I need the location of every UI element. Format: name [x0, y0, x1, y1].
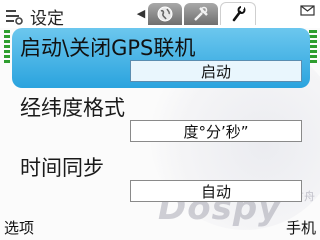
setting-time-sync[interactable]: 时间同步 自动 [12, 148, 310, 208]
mail-indicator [300, 2, 316, 21]
globe-icon [157, 6, 173, 21]
signal-strength-icon [4, 30, 10, 63]
setting-value-field[interactable]: 度°分’秒” [130, 120, 302, 142]
tab-general[interactable] [220, 2, 256, 25]
setting-label: 时间同步 [20, 156, 104, 180]
page-title: 设定 [30, 9, 64, 29]
setting-value-field[interactable]: 启动 [130, 60, 302, 82]
tab-left-arrow-icon[interactable]: ◀ [135, 7, 147, 20]
tab-tools[interactable] [184, 2, 218, 25]
status-bar: 设定 ◀ [0, 0, 320, 29]
battery-level-icon [309, 30, 317, 63]
app-header: 设定 [4, 4, 64, 29]
setting-coordinate-format[interactable]: 经纬度格式 度°分’秒” [12, 88, 310, 148]
setting-label: 经纬度格式 [20, 96, 125, 120]
settings-list: 启动\关闭GPS联机 启动 经纬度格式 度°分’秒” 时间同步 自动 [12, 28, 310, 208]
options-softkey[interactable]: 选项 [4, 217, 34, 238]
mail-icon [300, 5, 315, 16]
tab-network[interactable] [148, 2, 182, 25]
tab-bar: ◀ [135, 2, 257, 25]
setting-label: 启动\关闭GPS联机 [20, 36, 196, 60]
setting-value-field[interactable]: 自动 [130, 180, 302, 202]
screen: Dospy 诺亚方舟 设定 ◀ [0, 0, 320, 240]
wrench-icon [232, 6, 246, 22]
phone-softkey[interactable]: 手机 [286, 217, 316, 238]
setting-gps-connection[interactable]: 启动\关闭GPS联机 启动 [12, 28, 310, 88]
settings-app-icon [4, 7, 24, 27]
tools-icon [194, 6, 208, 21]
